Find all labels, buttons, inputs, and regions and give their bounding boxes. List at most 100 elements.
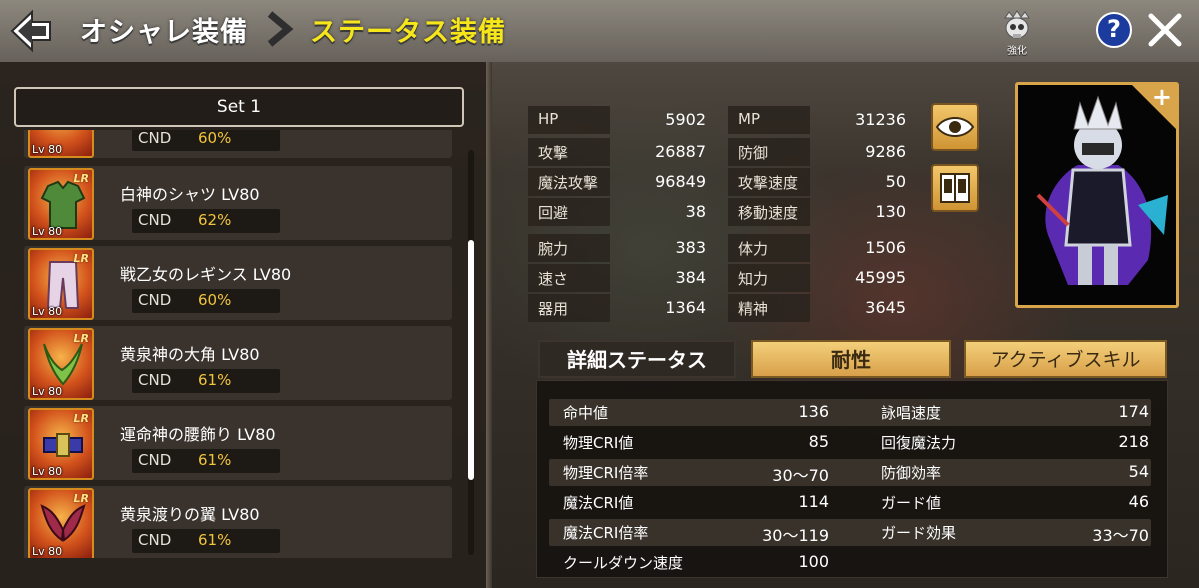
stat-value: 26887 bbox=[655, 142, 706, 161]
info-button[interactable] bbox=[931, 164, 979, 212]
detail-stat-name: 物理CRI値 bbox=[563, 434, 634, 452]
cnd-value: 61% bbox=[198, 371, 232, 389]
character-portrait[interactable]: + bbox=[1015, 82, 1179, 308]
set-selector[interactable]: Set 1 bbox=[14, 87, 464, 127]
tab-resistance[interactable]: 耐性 bbox=[751, 340, 951, 378]
stat-name: 回避 bbox=[538, 204, 569, 222]
list-scrollbar-thumb[interactable] bbox=[468, 240, 474, 480]
detail-stat-value: 54 bbox=[1128, 462, 1149, 481]
header-bar: オシャレ装備 ステータス装備 強化 ? bbox=[0, 0, 1199, 62]
view-appearance-button[interactable] bbox=[931, 103, 979, 151]
help-button[interactable]: ? bbox=[1096, 12, 1132, 48]
equipment-row[interactable]: LR Lv 80 戦乙女のレギンス LV80 CND 60% bbox=[24, 246, 452, 320]
plus-icon[interactable]: + bbox=[1152, 85, 1172, 111]
equipment-icon: Lv 80 bbox=[28, 130, 94, 158]
eye-icon bbox=[935, 117, 975, 137]
equipment-row[interactable]: LR Lv 80 黄泉神の大角 LV80 CND 61% bbox=[24, 326, 452, 400]
detail-stat-value: 30～119 bbox=[762, 526, 829, 545]
back-button[interactable] bbox=[8, 8, 54, 54]
stat-name: 移動速度 bbox=[738, 204, 799, 222]
level-badge: Lv 80 bbox=[32, 545, 63, 558]
detail-stat-name: 魔法CRI値 bbox=[563, 494, 634, 512]
equipment-icon: LR Lv 80 bbox=[28, 328, 94, 400]
detail-stat-name: 防御効率 bbox=[881, 464, 942, 482]
rarity-badge: LR bbox=[73, 412, 89, 425]
stat-name: HP bbox=[538, 110, 559, 128]
close-button[interactable] bbox=[1145, 10, 1185, 50]
tab-active-skill[interactable]: アクティブスキル bbox=[964, 340, 1167, 378]
level-badge: Lv 80 bbox=[32, 385, 63, 398]
cnd-box: CND 61% bbox=[132, 449, 280, 473]
stat-name: 攻撃 bbox=[538, 144, 569, 162]
chevron-right-icon bbox=[264, 10, 294, 48]
stat-value: 1364 bbox=[665, 298, 706, 317]
equipment-row[interactable]: LR Lv 80 黄泉渡りの翼 LV80 CND 61% bbox=[24, 486, 452, 558]
rarity-badge: LR bbox=[73, 252, 89, 265]
equipment-row[interactable]: Lv 80 CND 60% bbox=[24, 130, 452, 158]
tab-detail-status[interactable]: 詳細ステータス bbox=[538, 340, 736, 378]
stat-value: 96849 bbox=[655, 172, 706, 191]
shirt-icon bbox=[40, 180, 86, 229]
stat-value: 130 bbox=[875, 202, 906, 221]
cnd-label: CND bbox=[138, 451, 172, 469]
detail-stat-value: 174 bbox=[1118, 402, 1149, 421]
cnd-value: 61% bbox=[198, 531, 232, 549]
detail-row: 魔法CRI倍率 30～119 ガード効果 33～70 bbox=[549, 519, 1151, 546]
enhance-button[interactable]: 強化 bbox=[995, 10, 1039, 57]
breadcrumb-parent[interactable]: オシャレ装備 bbox=[80, 10, 248, 49]
stat-name: 攻撃速度 bbox=[738, 174, 799, 192]
stat-value: 45995 bbox=[855, 268, 906, 287]
detail-row: 命中値 136 詠唱速度 174 bbox=[549, 399, 1151, 426]
stat-value: 50 bbox=[885, 172, 906, 191]
detail-stat-name: ガード値 bbox=[881, 494, 942, 512]
detail-row: クールダウン速度 100 bbox=[549, 549, 1151, 576]
stat-name: 防御 bbox=[738, 144, 769, 162]
stat-value: 384 bbox=[675, 268, 706, 287]
level-badge: Lv 80 bbox=[32, 465, 63, 478]
detail-stat-value: 136 bbox=[798, 402, 829, 421]
belt-icon bbox=[43, 433, 83, 457]
stat-name: 体力 bbox=[738, 240, 769, 258]
equipment-row[interactable]: LR Lv 80 白神のシャツ LV80 CND 62% bbox=[24, 166, 452, 240]
skull-crown-icon bbox=[1004, 10, 1030, 39]
equipment-name: 運命神の腰飾り LV80 bbox=[120, 425, 276, 444]
cnd-label: CND bbox=[138, 130, 172, 147]
stat-name: 魔法攻撃 bbox=[538, 174, 599, 192]
stat-name: 速さ bbox=[538, 270, 569, 288]
stat-value: 31236 bbox=[855, 110, 906, 129]
equipment-icon: LR Lv 80 bbox=[28, 408, 94, 480]
stat-name: 腕力 bbox=[538, 240, 569, 258]
cnd-value: 61% bbox=[198, 451, 232, 469]
cnd-label: CND bbox=[138, 291, 172, 309]
detail-stat-name: ガード効果 bbox=[881, 524, 957, 542]
leggings-icon bbox=[46, 261, 80, 309]
stat-name: 器用 bbox=[538, 300, 569, 318]
equipment-name: 黄泉渡りの翼 LV80 bbox=[120, 505, 260, 524]
detail-row: 物理CRI値 85 回復魔法力 218 bbox=[549, 429, 1151, 456]
enhance-label: 強化 bbox=[1007, 46, 1027, 57]
equipment-row[interactable]: LR Lv 80 運命神の腰飾り LV80 CND 61% bbox=[24, 406, 452, 480]
rarity-badge: LR bbox=[73, 492, 89, 505]
rarity-badge: LR bbox=[73, 332, 89, 345]
book-icon bbox=[940, 173, 970, 203]
detail-row: 魔法CRI値 114 ガード値 46 bbox=[549, 489, 1151, 516]
breadcrumb-current: ステータス装備 bbox=[310, 17, 506, 48]
wings-icon bbox=[40, 504, 86, 542]
stat-value: 383 bbox=[675, 238, 706, 257]
stat-value: 1506 bbox=[865, 238, 906, 257]
equipment-name: 黄泉神の大角 LV80 bbox=[120, 345, 260, 364]
equipment-icon: LR Lv 80 bbox=[28, 488, 94, 558]
detail-stat-value: 85 bbox=[808, 432, 829, 451]
cnd-label: CND bbox=[138, 531, 172, 549]
level-badge: Lv 80 bbox=[32, 305, 63, 318]
detail-stat-name: 魔法CRI倍率 bbox=[563, 524, 649, 542]
back-arrow-icon bbox=[10, 9, 51, 53]
detail-stat-value: 30～70 bbox=[772, 466, 829, 485]
detail-row: 物理CRI倍率 30～70 防御効率 54 bbox=[549, 459, 1151, 486]
cnd-box: CND 60% bbox=[132, 130, 280, 151]
cnd-box: CND 61% bbox=[132, 369, 280, 393]
detail-stat-value: 114 bbox=[798, 492, 829, 511]
cnd-label: CND bbox=[138, 211, 172, 229]
detail-stat-name: 回復魔法力 bbox=[881, 434, 957, 452]
detail-stats-panel: 命中値 136 詠唱速度 174 物理CRI値 85 回復魔法力 218 物理C… bbox=[536, 380, 1168, 578]
